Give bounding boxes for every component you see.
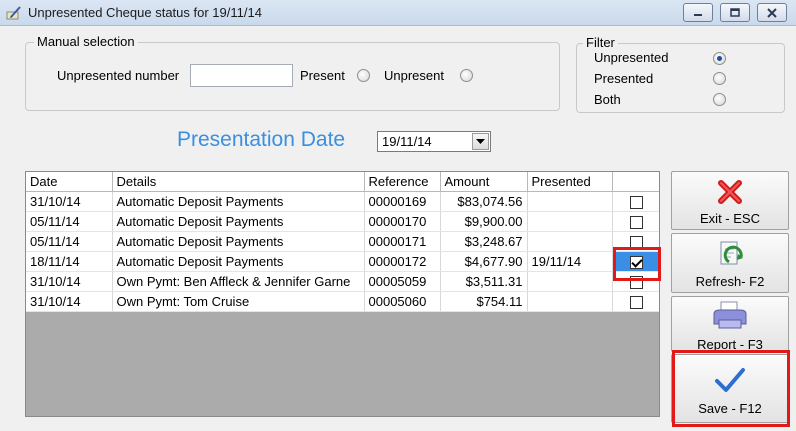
row-details: Own Pymt: Tom Cruise [112,291,365,312]
row-amount: $9,900.00 [440,211,528,232]
maximize-button[interactable] [720,3,750,22]
save-button-highlight-box [672,350,790,427]
filter-unpresented-radio[interactable] [713,52,726,65]
row-amount: $3,511.31 [440,271,528,292]
row-details: Automatic Deposit Payments [112,251,365,272]
column-header-select[interactable] [612,172,659,192]
refresh-button-label: Refresh- F2 [695,274,765,289]
row-date: 31/10/14 [26,271,113,292]
unpresented-number-label: Unpresented number [57,68,180,83]
filter-option-presented-label: Presented [594,71,654,86]
row-checkbox[interactable] [629,295,643,309]
printer-icon [713,301,747,329]
refresh-button[interactable]: Refresh- F2 [671,233,789,293]
column-header-date[interactable]: Date [26,172,113,192]
row-presented: 19/11/14 [527,251,613,272]
filter-option-unpresented-label: Unpresented [594,50,669,65]
filter-presented-radio[interactable] [713,72,726,85]
table-row[interactable]: 31/10/14 Own Pymt: Tom Cruise 00005060 $… [26,291,659,312]
column-header-amount[interactable]: Amount [440,172,528,192]
cheque-table: Date Details Reference Amount Presented … [26,172,659,312]
row-reference: 00005059 [364,271,441,292]
row-reference: 00000172 [364,251,441,272]
refresh-document-icon [720,241,743,265]
filter-option-both-label: Both [594,92,621,107]
unpresent-radio[interactable] [460,69,473,82]
row-presented [527,191,613,212]
row-date: 18/11/14 [26,251,113,272]
unpresented-number-input[interactable] [190,64,293,87]
filter-both-radio[interactable] [713,93,726,106]
row-presented [527,291,613,312]
row-presented [527,271,613,292]
unpresent-label: Unpresent [384,68,444,83]
exit-button[interactable]: Exit - ESC [671,171,789,230]
row-select-cell [612,191,659,212]
close-icon [767,7,777,18]
row-reference: 00000170 [364,211,441,232]
row-date: 05/11/14 [26,231,113,252]
column-header-details[interactable]: Details [112,172,365,192]
maximize-icon [730,7,740,17]
column-header-presented[interactable]: Presented [527,172,613,192]
table-row[interactable]: 18/11/14 Automatic Deposit Payments 0000… [26,251,659,272]
row-select-cell [612,291,659,312]
window-title: Unpresented Cheque status for 19/11/14 [28,5,262,20]
row-presented [527,211,613,232]
row-amount: $83,074.56 [440,191,528,212]
row-amount: $754.11 [440,291,528,312]
present-radio[interactable] [357,69,370,82]
presentation-date-dropdown[interactable]: 19/11/14 [377,131,491,152]
row-select-cell [612,211,659,232]
row-details: Own Pymt: Ben Affleck & Jennifer Garne [112,271,365,292]
row-details: Automatic Deposit Payments [112,231,365,252]
table-row[interactable]: 05/11/14 Automatic Deposit Payments 0000… [26,211,659,232]
minimize-button[interactable] [683,3,713,22]
column-header-reference[interactable]: Reference [364,172,441,192]
present-label: Present [300,68,345,83]
row-date: 05/11/14 [26,211,113,232]
row-date: 31/10/14 [26,191,113,212]
close-window-button[interactable] [757,3,787,22]
manual-selection-label: Manual selection [34,34,138,49]
row-date: 31/10/14 [26,291,113,312]
row-checkbox[interactable] [629,215,643,229]
checkbox-highlight-box [613,247,661,281]
cheque-pen-icon [6,6,21,20]
presentation-date-label: Presentation Date [177,128,346,151]
table-row[interactable]: 05/11/14 Automatic Deposit Payments 0000… [26,231,659,252]
row-reference: 00005060 [364,291,441,312]
title-bar: Unpresented Cheque status for 19/11/14 [0,0,796,26]
presentation-date-value: 19/11/14 [382,134,432,149]
minimize-icon [694,13,702,16]
cheque-grid: Date Details Reference Amount Presented … [25,171,660,417]
report-button[interactable]: Report - F3 [671,296,789,352]
row-reference: 00000169 [364,191,441,212]
row-presented [527,231,613,252]
row-amount: $4,677.90 [440,251,528,272]
dropdown-arrow-icon[interactable] [472,133,489,150]
row-reference: 00000171 [364,231,441,252]
table-header-row: Date Details Reference Amount Presented [26,172,659,192]
row-details: Automatic Deposit Payments [112,191,365,212]
exit-button-label: Exit - ESC [700,211,760,226]
row-details: Automatic Deposit Payments [112,211,365,232]
table-row[interactable]: 31/10/14 Automatic Deposit Payments 0000… [26,191,659,212]
row-amount: $3,248.67 [440,231,528,252]
filter-label: Filter [583,35,618,50]
table-row[interactable]: 31/10/14 Own Pymt: Ben Affleck & Jennife… [26,271,659,292]
red-x-icon [718,180,742,204]
row-checkbox[interactable] [629,195,643,209]
